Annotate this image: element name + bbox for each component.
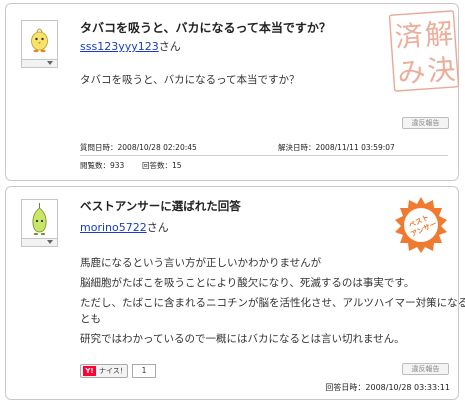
question-body: タバコを吸うと、バカになるって本当ですか？	[80, 74, 300, 86]
answered-date: 回答日時：2008/10/28 03:33:11	[325, 383, 450, 392]
answer-line: ただし、たばこに含まれるニコチンが脳を活性化させ、アルツハイマー対策になるこ	[80, 297, 465, 309]
avatar-menu-toggle[interactable]	[21, 60, 58, 68]
answer-count: 回答数：15	[142, 161, 182, 170]
meta-divider	[80, 155, 448, 156]
chick-avatar-icon	[31, 28, 48, 53]
sprout-avatar-icon	[32, 203, 47, 235]
honorific: さん	[146, 221, 169, 234]
svg-text:み: み	[396, 55, 426, 90]
question-card: タバコを吸うと、バカになるって本当ですか？ sss123yyy123さん タバコ…	[5, 3, 460, 181]
svg-text:決: 決	[426, 53, 456, 88]
avatar-menu-toggle[interactable]	[21, 239, 58, 247]
answerer-link[interactable]: morino5722	[80, 221, 147, 234]
best-answer-body: 馬鹿になるという言い方が正しいかわかりませんが 脳細胞がたばこを吸うことにより酸…	[80, 253, 465, 349]
nice-label: ナイス！	[99, 367, 127, 375]
yahoo-logo-icon: Y!	[83, 366, 96, 376]
question-report-button[interactable]: 違反報告	[402, 117, 449, 129]
nice-button[interactable]: Y! ナイス！	[80, 364, 128, 378]
best-answer-heading: ベストアンサーに選ばれた回答	[80, 199, 241, 213]
chevron-down-icon	[47, 61, 53, 65]
best-answer-stamp-icon: ベスト アンサー	[395, 197, 447, 253]
question-title: タバコを吸うと、バカになるって本当ですか？	[80, 21, 331, 35]
answer-line: とも	[80, 313, 101, 325]
questioner-link[interactable]: sss123yyy123	[80, 40, 159, 53]
resolved-stamp-icon: 済 解 み 決	[388, 10, 460, 92]
questioner-name: sss123yyy123さん	[80, 38, 181, 54]
svg-text:済: 済	[394, 19, 424, 54]
view-count: 閲覧数：933	[80, 161, 125, 170]
honorific: さん	[158, 40, 181, 53]
answer-line: 脳細胞がたばこを吸うことにより酸欠になり、死滅するのは事実です。	[80, 277, 415, 289]
answer-line: 馬鹿になるという言い方が正しいかわかりませんが	[80, 257, 322, 269]
answerer-avatar[interactable]	[21, 199, 58, 239]
answerer-name: morino5722さん	[80, 219, 169, 235]
chevron-down-icon	[47, 240, 53, 244]
answer-line: 研究ではわかっているので一概にはバカになるとは言い切れません。	[80, 333, 405, 345]
nice-count: 1	[132, 364, 156, 378]
answer-report-button[interactable]: 違反報告	[402, 363, 449, 375]
best-answer-card: ベストアンサーに選ばれた回答 morino5722さん ベスト アンサー 馬鹿に…	[5, 186, 465, 400]
resolved-date: 解決日時：2008/11/11 03:59:07	[278, 143, 395, 152]
svg-text:解: 解	[424, 17, 454, 52]
asked-date: 質問日時：2008/10/28 02:20:45	[80, 143, 197, 152]
questioner-avatar[interactable]	[21, 20, 58, 60]
